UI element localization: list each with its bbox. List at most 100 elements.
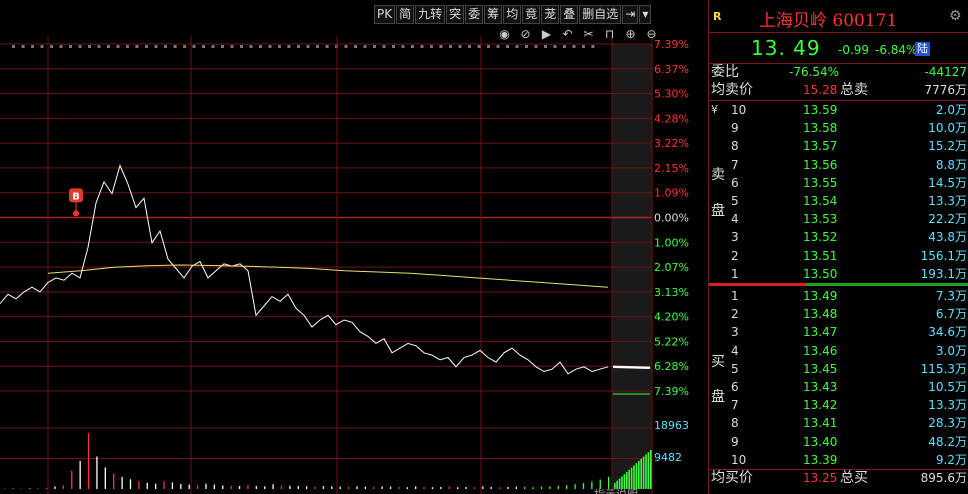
buy-level-row[interactable]: 2 13.48 6.7万 xyxy=(709,305,968,323)
volume-bar xyxy=(71,470,73,489)
buy-level-row[interactable]: 3 13.47 34.6万 xyxy=(709,323,968,341)
grid-dot xyxy=(116,45,120,48)
sell-level-row[interactable]: 6 13.55 14.5万 xyxy=(709,174,968,192)
sell-level-row[interactable]: 7 13.56 8.8万 xyxy=(709,156,968,174)
sell-level-volume: 22.2万 xyxy=(928,212,967,227)
sell-level-row[interactable]: 2 13.51 156.1万 xyxy=(709,247,968,265)
buy-level-row[interactable]: 5 13.45 115.3万 xyxy=(709,360,968,378)
toolbar-button-9[interactable]: 叠 xyxy=(560,5,579,24)
buy-level-volume: 6.7万 xyxy=(935,307,967,322)
grid-dot xyxy=(192,45,196,48)
after-hours-volume-bar xyxy=(630,467,633,489)
intraday-chart[interactable]: 7.39% 6.37% 5.30% 4.28% 3.22% 2.15% 1.09% 0.00%… xyxy=(0,0,708,494)
grid-dot xyxy=(59,45,63,48)
toolbar-button-12[interactable]: ▾ xyxy=(639,5,652,24)
grid-dot xyxy=(221,45,224,48)
grid-dot xyxy=(354,45,357,48)
undo-icon[interactable]: ↶ xyxy=(557,26,578,42)
grid-dot xyxy=(268,45,272,48)
price-scale-label: 6.28% xyxy=(654,360,689,373)
gear-icon[interactable]: ⚙ xyxy=(949,8,962,24)
buy-level-row[interactable]: 10 13.39 9.2万 xyxy=(709,451,968,469)
sell-level-row[interactable]: 8 13.57 15.2万 xyxy=(709,137,968,155)
toolbar-button-0[interactable]: PK xyxy=(374,5,396,24)
volume-bar xyxy=(264,486,266,489)
toolbar-button-2[interactable]: 九转 xyxy=(415,5,446,24)
buy-level-row[interactable]: 1 13.49 7.3万 xyxy=(709,287,968,305)
lock-icon[interactable]: ⊓ xyxy=(599,26,620,42)
total-sell-label: 总卖 xyxy=(840,82,868,98)
change-abs: -0.99 xyxy=(838,43,870,57)
chart-icon-row: ◉ ⊘ ▶ ↶ ✂ ⊓ ⊕ ⊖ xyxy=(494,26,662,42)
sell-level-row[interactable]: 4 13.53 22.2万 xyxy=(709,210,968,228)
toolbar-button-5[interactable]: 筹 xyxy=(484,5,503,24)
volume-bar xyxy=(146,482,148,489)
grid-dot xyxy=(506,45,509,48)
eye-off-icon[interactable]: ⊘ xyxy=(515,26,536,42)
grid-dot xyxy=(458,45,462,48)
toolbar-button-1[interactable]: 简 xyxy=(396,5,415,24)
toolbar-button-10[interactable]: 删自选 xyxy=(579,5,622,24)
grid-dot xyxy=(164,45,167,48)
volume-bar xyxy=(121,476,123,489)
buy-level-row[interactable]: 4 13.46 3.0万 xyxy=(709,342,968,360)
toolbar-button-4[interactable]: 委 xyxy=(465,5,484,24)
grid-dot xyxy=(401,45,405,48)
weibi-row: 委比 -76.54% -44127 xyxy=(709,64,968,81)
volume-bar xyxy=(96,456,98,489)
volume-bar xyxy=(490,486,492,489)
intraday-chart-pane[interactable]: 7.39% 6.37% 5.30% 4.28% 3.22% 2.15% 1.09% 0.00%… xyxy=(0,0,708,494)
volume-bar xyxy=(87,433,90,489)
price-scale-label: 0.00% xyxy=(654,212,689,225)
sell-level-row[interactable]: 1 13.50 193.1万 xyxy=(709,265,968,283)
volume-bar xyxy=(230,485,232,489)
toolbar-button-6[interactable]: 均 xyxy=(503,5,522,24)
volume-bar xyxy=(104,467,106,489)
volume-bar xyxy=(515,486,518,489)
price-scale-label: 4.28% xyxy=(654,112,689,125)
buy-level-volume: 28.3万 xyxy=(928,416,967,431)
toolbar-button-8[interactable]: 茏 xyxy=(541,5,560,24)
eye-icon[interactable]: ◉ xyxy=(494,26,515,42)
grid-dot xyxy=(173,45,177,48)
grid-dot xyxy=(430,45,433,48)
volume-bar xyxy=(465,486,467,489)
sell-level-row[interactable]: 3 13.52 43.8万 xyxy=(709,228,968,246)
volume-bar xyxy=(574,484,576,489)
buy-marker-label: B xyxy=(72,191,80,202)
grid-dot xyxy=(21,45,25,48)
grid-dot xyxy=(392,45,395,48)
zoom-out-icon[interactable]: ⊖ xyxy=(641,26,662,42)
play-icon[interactable]: ▶ xyxy=(536,26,557,42)
zoom-in-icon[interactable]: ⊕ xyxy=(620,26,641,42)
toolbar-button-11[interactable]: ⇥ xyxy=(622,5,639,24)
average-price-line xyxy=(47,264,609,288)
volume-bar xyxy=(582,483,585,489)
volume-bar xyxy=(62,485,65,489)
sell-level-row[interactable]: 9 13.58 10.0万 xyxy=(709,119,968,137)
sell-level-price: 13.53 xyxy=(803,212,838,227)
sell-level-row[interactable]: 10 13.59 2.0万 xyxy=(709,101,968,119)
price-row: 13. 49 -0.99 -6.84% 陆 xyxy=(709,36,968,62)
volume-bar xyxy=(356,486,358,489)
sell-level-row[interactable]: 5 13.54 13.3万 xyxy=(709,192,968,210)
buy-level-price: 13.45 xyxy=(803,361,838,376)
last-price-tick xyxy=(612,365,651,370)
buy-level-row[interactable]: 6 13.43 10.5万 xyxy=(709,378,968,396)
scissors-icon[interactable]: ✂ xyxy=(578,26,599,42)
buy-level-volume: 13.3万 xyxy=(928,398,967,413)
volume-bar xyxy=(79,460,81,489)
sell-level-volume: 13.3万 xyxy=(928,194,967,208)
sell-buy-separator-green xyxy=(806,283,968,286)
buy-level-level: 5 xyxy=(731,361,739,376)
buy-level-row[interactable]: 8 13.41 28.3万 xyxy=(709,414,968,432)
volume-bar xyxy=(213,484,216,489)
toolbar-button-3[interactable]: 突 xyxy=(446,5,465,24)
buy-level-row[interactable]: 7 13.42 13.3万 xyxy=(709,396,968,414)
toolbar-button-7[interactable]: 竟 xyxy=(522,5,541,24)
buy-level-row[interactable]: 9 13.40 48.2万 xyxy=(709,433,968,451)
after-hours-volume-bar xyxy=(626,472,628,489)
after-hours-volume-bar xyxy=(642,456,645,489)
sell-level-price: 13.58 xyxy=(803,121,838,136)
volume-bar xyxy=(280,485,283,489)
